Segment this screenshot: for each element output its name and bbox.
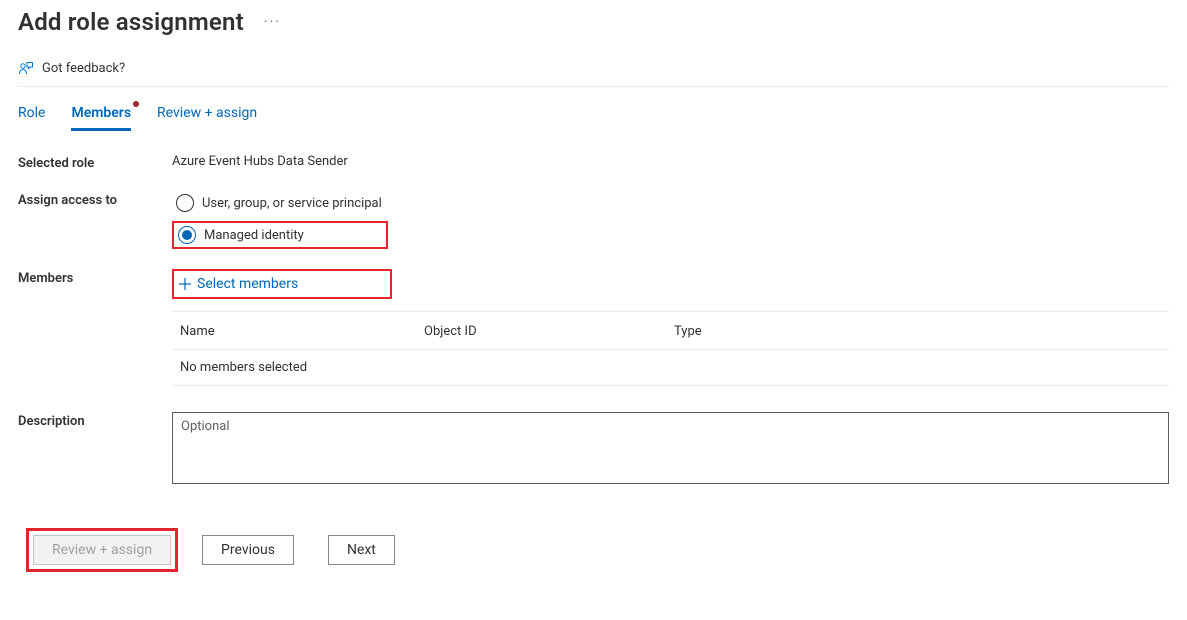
members-table: Name Object ID Type No members selected (172, 311, 1169, 386)
title-row: Add role assignment ··· (18, 0, 1169, 54)
tab-review-assign[interactable]: Review + assign (157, 101, 257, 130)
radio-checked-icon (178, 226, 196, 244)
label-description: Description (18, 412, 172, 429)
row-members: Members Select members (18, 269, 1169, 299)
label-assign-access-to: Assign access to (18, 191, 172, 208)
previous-button[interactable]: Previous (202, 535, 294, 565)
radio-user-label: User, group, or service principal (202, 196, 382, 211)
review-assign-button[interactable]: Review + assign (33, 535, 171, 565)
description-input[interactable] (172, 412, 1169, 484)
tab-members-label: Members (71, 105, 131, 121)
value-selected-role: Azure Event Hubs Data Sender (172, 154, 1169, 169)
person-feedback-icon (18, 60, 34, 76)
page-title: Add role assignment (18, 8, 244, 36)
select-members-label: Select members (197, 276, 298, 292)
label-selected-role: Selected role (18, 154, 172, 171)
members-table-header: Name Object ID Type (172, 312, 1169, 350)
highlight-select-members: Select members (172, 269, 392, 299)
radio-unchecked-icon (176, 194, 194, 212)
col-object-id[interactable]: Object ID (424, 324, 674, 339)
col-name[interactable]: Name (180, 324, 424, 339)
more-icon[interactable]: ··· (264, 14, 281, 30)
tab-members[interactable]: Members (71, 101, 131, 131)
highlight-review-assign: Review + assign (26, 528, 178, 572)
col-type[interactable]: Type (674, 324, 1169, 339)
plus-icon (178, 277, 192, 291)
radio-user-group-sp[interactable]: User, group, or service principal (172, 191, 1169, 215)
radio-managed-identity[interactable]: Managed identity (174, 223, 386, 247)
footer-actions: Review + assign Previous Next (18, 518, 1187, 582)
tab-role[interactable]: Role (18, 101, 45, 130)
members-empty-message: No members selected (172, 350, 1169, 386)
label-members: Members (18, 269, 172, 286)
feedback-label: Got feedback? (42, 61, 125, 76)
feedback-link[interactable]: Got feedback? (18, 60, 125, 76)
select-members-button[interactable]: Select members (174, 271, 390, 297)
row-description: Description (18, 412, 1169, 488)
row-selected-role: Selected role Azure Event Hubs Data Send… (18, 154, 1169, 171)
next-button[interactable]: Next (328, 535, 395, 565)
radio-identity-label: Managed identity (204, 228, 304, 243)
highlight-managed-identity: Managed identity (172, 221, 388, 249)
tabs: Role Members Review + assign (18, 101, 1169, 130)
row-assign-access-to: Assign access to User, group, or service… (18, 191, 1169, 249)
tab-alert-dot-icon (133, 101, 139, 107)
feedback-bar: Got feedback? (18, 54, 1169, 87)
